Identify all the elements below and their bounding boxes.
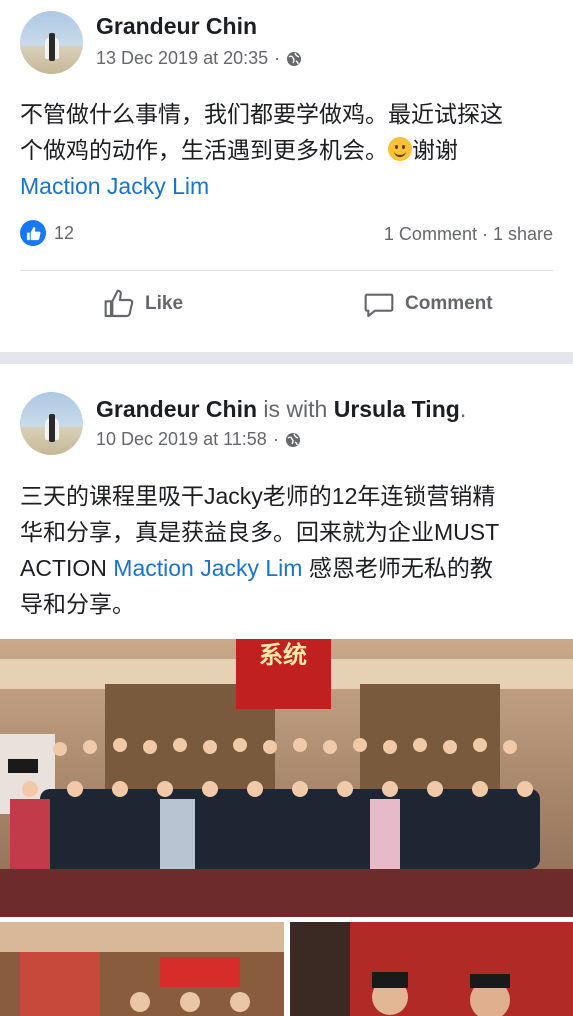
avatar[interactable] xyxy=(20,392,83,455)
mention-link[interactable]: Maction Jacky Lim xyxy=(20,168,560,204)
post-text-line: ACTION Maction Jacky Lim 感恩老师无私的教 xyxy=(20,555,493,581)
post-1: Grandeur Chin 13 Dec 2019 at 20:35 · 不管做… xyxy=(0,0,573,352)
globe-icon xyxy=(287,51,302,66)
like-reaction-icon xyxy=(20,220,46,246)
post-author[interactable]: Grandeur Chin xyxy=(96,396,257,422)
mention-link[interactable]: Maction Jacky Lim xyxy=(113,555,302,581)
comment-icon xyxy=(364,293,394,318)
post-text: 三天的课程里吸干Jacky老师的12年连锁营销精 华和分享，真是获益良多。回来就… xyxy=(20,478,560,622)
event-photo-left[interactable] xyxy=(0,922,284,1016)
meta-dot: · xyxy=(274,48,281,68)
reaction-count: 12 xyxy=(54,222,75,243)
group-photo[interactable]: 系统 xyxy=(0,639,573,917)
comments-shares-count[interactable]: 1 Comment · 1 share xyxy=(384,224,553,245)
divider xyxy=(20,270,553,271)
post-text-line: 不管做什么事情，我们都要学做鸡。最近试探这 xyxy=(20,101,503,127)
post-text-line: 华和分享，真是获益良多。回来就为企业MUST xyxy=(20,519,500,545)
post-timestamp[interactable]: 10 Dec 2019 at 11:58 xyxy=(96,429,267,450)
comment-button[interactable]: Comment xyxy=(363,288,493,320)
post-text-line: 导和分享。 xyxy=(20,591,135,617)
globe-icon xyxy=(285,432,300,447)
post-text: 不管做什么事情，我们都要学做鸡。最近试探这 个做鸡的动作，生活遇到更多机会。 谢谢… xyxy=(20,96,560,204)
meta-dot: · xyxy=(272,429,279,449)
post-meta: 13 Dec 2019 at 20:35 · xyxy=(96,48,302,69)
post-text-line: 三天的课程里吸干Jacky老师的12年连锁营销精 xyxy=(20,483,496,509)
tagged-person[interactable]: Ursula Ting xyxy=(334,396,460,422)
post-2: Grandeur Chin is with Ursula Ting. 10 De… xyxy=(0,364,573,1016)
smile-emoji-icon xyxy=(388,137,412,161)
post-timestamp[interactable]: 13 Dec 2019 at 20:35 xyxy=(96,48,268,69)
post-author-line: Grandeur Chin is with Ursula Ting. xyxy=(96,396,467,422)
comment-label: Comment xyxy=(405,293,493,314)
like-button[interactable]: Like xyxy=(103,288,183,320)
post-meta: 10 Dec 2019 at 11:58 · xyxy=(96,429,301,450)
thumbs-up-icon xyxy=(104,289,134,318)
post-text-line: 个做鸡的动作，生活遇到更多机会。 谢谢 xyxy=(20,137,458,163)
post-author[interactable]: Grandeur Chin xyxy=(96,13,257,40)
feed-separator xyxy=(0,352,573,364)
event-photo-right[interactable] xyxy=(290,922,573,1016)
like-label: Like xyxy=(145,293,184,314)
avatar[interactable] xyxy=(20,11,83,74)
banner-text: 系统 xyxy=(259,641,307,669)
reaction-summary[interactable]: 12 xyxy=(20,220,74,246)
with-text: is with xyxy=(263,396,328,422)
